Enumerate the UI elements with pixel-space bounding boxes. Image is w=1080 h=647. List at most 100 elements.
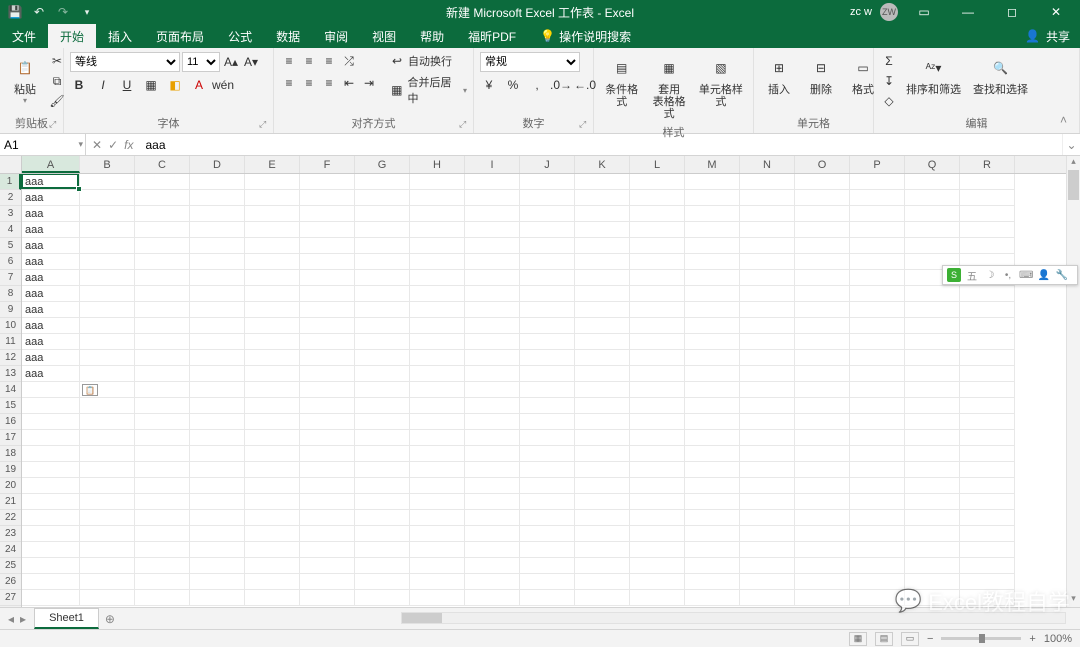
cell-L14[interactable]	[630, 382, 685, 398]
cell-O24[interactable]	[795, 542, 850, 558]
cancel-formula-icon[interactable]: ✕	[92, 138, 102, 152]
dec-decimal-icon[interactable]: ←.0	[576, 76, 594, 94]
cell-N16[interactable]	[740, 414, 795, 430]
cell-L6[interactable]	[630, 254, 685, 270]
cell-K2[interactable]	[575, 190, 630, 206]
cell-J11[interactable]	[520, 334, 575, 350]
cell-A18[interactable]	[22, 446, 80, 462]
cell-D4[interactable]	[190, 222, 245, 238]
cell-Q2[interactable]	[905, 190, 960, 206]
cell-F8[interactable]	[300, 286, 355, 302]
view-normal-icon[interactable]: ▦	[849, 632, 867, 646]
cell-A26[interactable]	[22, 574, 80, 590]
cell-I2[interactable]	[465, 190, 520, 206]
cell-A15[interactable]	[22, 398, 80, 414]
cell-R16[interactable]	[960, 414, 1015, 430]
cell-G25[interactable]	[355, 558, 410, 574]
cell-R23[interactable]	[960, 526, 1015, 542]
cell-R10[interactable]	[960, 318, 1015, 334]
paste-options-icon[interactable]: 📋	[82, 384, 98, 396]
cell-C22[interactable]	[135, 510, 190, 526]
cell-D1[interactable]	[190, 174, 245, 190]
cell-M19[interactable]	[685, 462, 740, 478]
cell-J20[interactable]	[520, 478, 575, 494]
align-bottom-icon[interactable]: ≡	[320, 52, 338, 70]
align-top-icon[interactable]: ≡	[280, 52, 298, 70]
cell-C14[interactable]	[135, 382, 190, 398]
enter-formula-icon[interactable]: ✓	[108, 138, 118, 152]
cell-E10[interactable]	[245, 318, 300, 334]
minimize-icon[interactable]: —	[950, 0, 986, 24]
cell-C17[interactable]	[135, 430, 190, 446]
cell-B21[interactable]	[80, 494, 135, 510]
cell-N19[interactable]	[740, 462, 795, 478]
cell-L23[interactable]	[630, 526, 685, 542]
cell-P9[interactable]	[850, 302, 905, 318]
cell-L24[interactable]	[630, 542, 685, 558]
wrap-text-button[interactable]: ↩自动换行	[388, 52, 467, 70]
cell-B3[interactable]	[80, 206, 135, 222]
cell-M25[interactable]	[685, 558, 740, 574]
cell-G24[interactable]	[355, 542, 410, 558]
view-break-icon[interactable]: ▭	[901, 632, 919, 646]
cell-G27[interactable]	[355, 590, 410, 606]
sheet-prev-icon[interactable]: ◂	[8, 612, 14, 626]
cell-A5[interactable]: aaa	[22, 238, 80, 254]
cell-K9[interactable]	[575, 302, 630, 318]
cell-P1[interactable]	[850, 174, 905, 190]
cell-G15[interactable]	[355, 398, 410, 414]
cell-D7[interactable]	[190, 270, 245, 286]
cell-O16[interactable]	[795, 414, 850, 430]
cell-Q10[interactable]	[905, 318, 960, 334]
cell-E20[interactable]	[245, 478, 300, 494]
col-header-K[interactable]: K	[575, 156, 630, 173]
vscroll-thumb[interactable]	[1068, 174, 1079, 200]
cell-E26[interactable]	[245, 574, 300, 590]
cell-Q17[interactable]	[905, 430, 960, 446]
cell-F26[interactable]	[300, 574, 355, 590]
cell-Q20[interactable]	[905, 478, 960, 494]
cell-K25[interactable]	[575, 558, 630, 574]
row-header-26[interactable]: 26	[0, 574, 21, 590]
cell-G11[interactable]	[355, 334, 410, 350]
cell-M3[interactable]	[685, 206, 740, 222]
row-header-23[interactable]: 23	[0, 526, 21, 542]
insert-cells-button[interactable]: ⊞插入	[760, 52, 798, 98]
cell-E22[interactable]	[245, 510, 300, 526]
cell-J19[interactable]	[520, 462, 575, 478]
cell-J14[interactable]	[520, 382, 575, 398]
cell-R17[interactable]	[960, 430, 1015, 446]
cell-H9[interactable]	[410, 302, 465, 318]
cell-B22[interactable]	[80, 510, 135, 526]
cell-style-button[interactable]: ▧单元格样式	[695, 52, 747, 110]
cell-N26[interactable]	[740, 574, 795, 590]
cell-N25[interactable]	[740, 558, 795, 574]
cell-L21[interactable]	[630, 494, 685, 510]
cell-D26[interactable]	[190, 574, 245, 590]
cell-E17[interactable]	[245, 430, 300, 446]
cell-L22[interactable]	[630, 510, 685, 526]
cell-C18[interactable]	[135, 446, 190, 462]
cell-D8[interactable]	[190, 286, 245, 302]
cell-R21[interactable]	[960, 494, 1015, 510]
cell-H24[interactable]	[410, 542, 465, 558]
row-header-12[interactable]: 12	[0, 350, 21, 366]
cell-I16[interactable]	[465, 414, 520, 430]
cell-H19[interactable]	[410, 462, 465, 478]
cell-D17[interactable]	[190, 430, 245, 446]
col-header-G[interactable]: G	[355, 156, 410, 173]
cell-P6[interactable]	[850, 254, 905, 270]
cell-O3[interactable]	[795, 206, 850, 222]
cell-F20[interactable]	[300, 478, 355, 494]
cell-G7[interactable]	[355, 270, 410, 286]
cell-F12[interactable]	[300, 350, 355, 366]
cell-H20[interactable]	[410, 478, 465, 494]
name-box-input[interactable]	[4, 138, 81, 152]
cell-N5[interactable]	[740, 238, 795, 254]
cell-I14[interactable]	[465, 382, 520, 398]
cell-A4[interactable]: aaa	[22, 222, 80, 238]
cell-J18[interactable]	[520, 446, 575, 462]
cell-I11[interactable]	[465, 334, 520, 350]
cell-H27[interactable]	[410, 590, 465, 606]
cell-A2[interactable]: aaa	[22, 190, 80, 206]
